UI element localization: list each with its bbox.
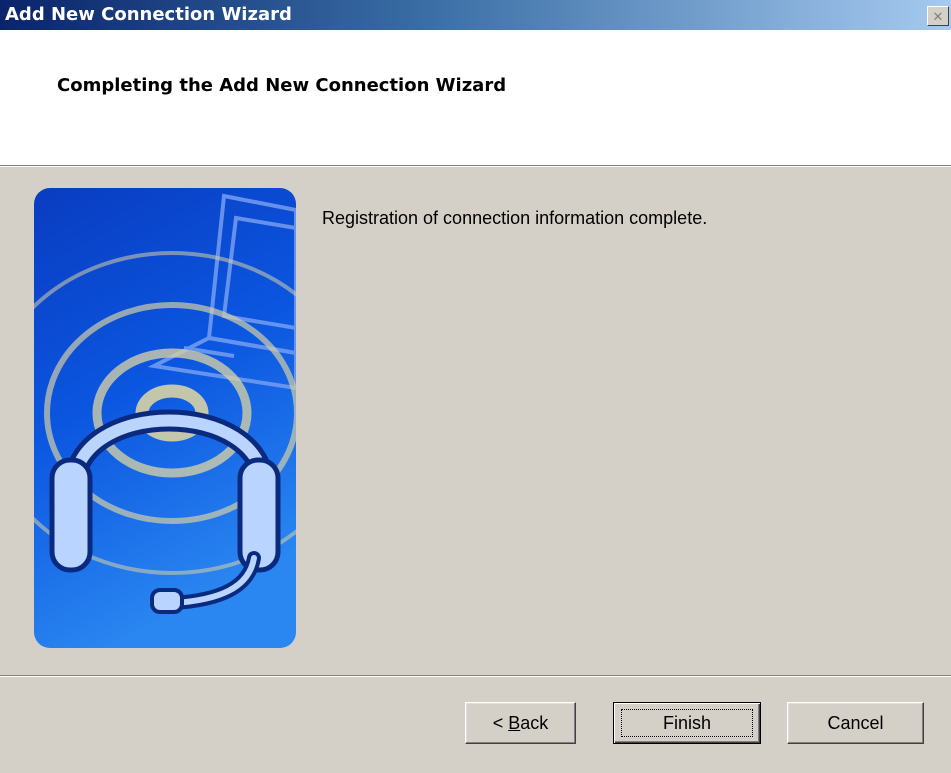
back-button-label: < Back xyxy=(492,712,549,733)
header-divider xyxy=(0,165,951,167)
close-icon: ✕ xyxy=(932,8,944,24)
completion-message: Registration of connection information c… xyxy=(322,208,708,228)
cancel-button-label: Cancel xyxy=(827,712,884,733)
title-bar[interactable]: Add New Connection Wizard ✕ xyxy=(0,0,951,30)
footer-divider xyxy=(0,675,951,677)
window-title: Add New Connection Wizard xyxy=(5,4,292,25)
finish-button[interactable]: Finish xyxy=(613,702,761,744)
back-button[interactable]: < Back xyxy=(465,702,576,744)
wizard-header: Completing the Add New Connection Wizard xyxy=(0,30,951,165)
finish-button-label: Finish xyxy=(662,712,711,733)
close-button[interactable]: ✕ xyxy=(927,6,949,26)
headset-laptop-wireless-icon xyxy=(34,188,296,648)
cancel-button[interactable]: Cancel xyxy=(787,702,924,744)
wizard-illustration xyxy=(34,188,296,648)
page-title: Completing the Add New Connection Wizard xyxy=(57,75,507,96)
